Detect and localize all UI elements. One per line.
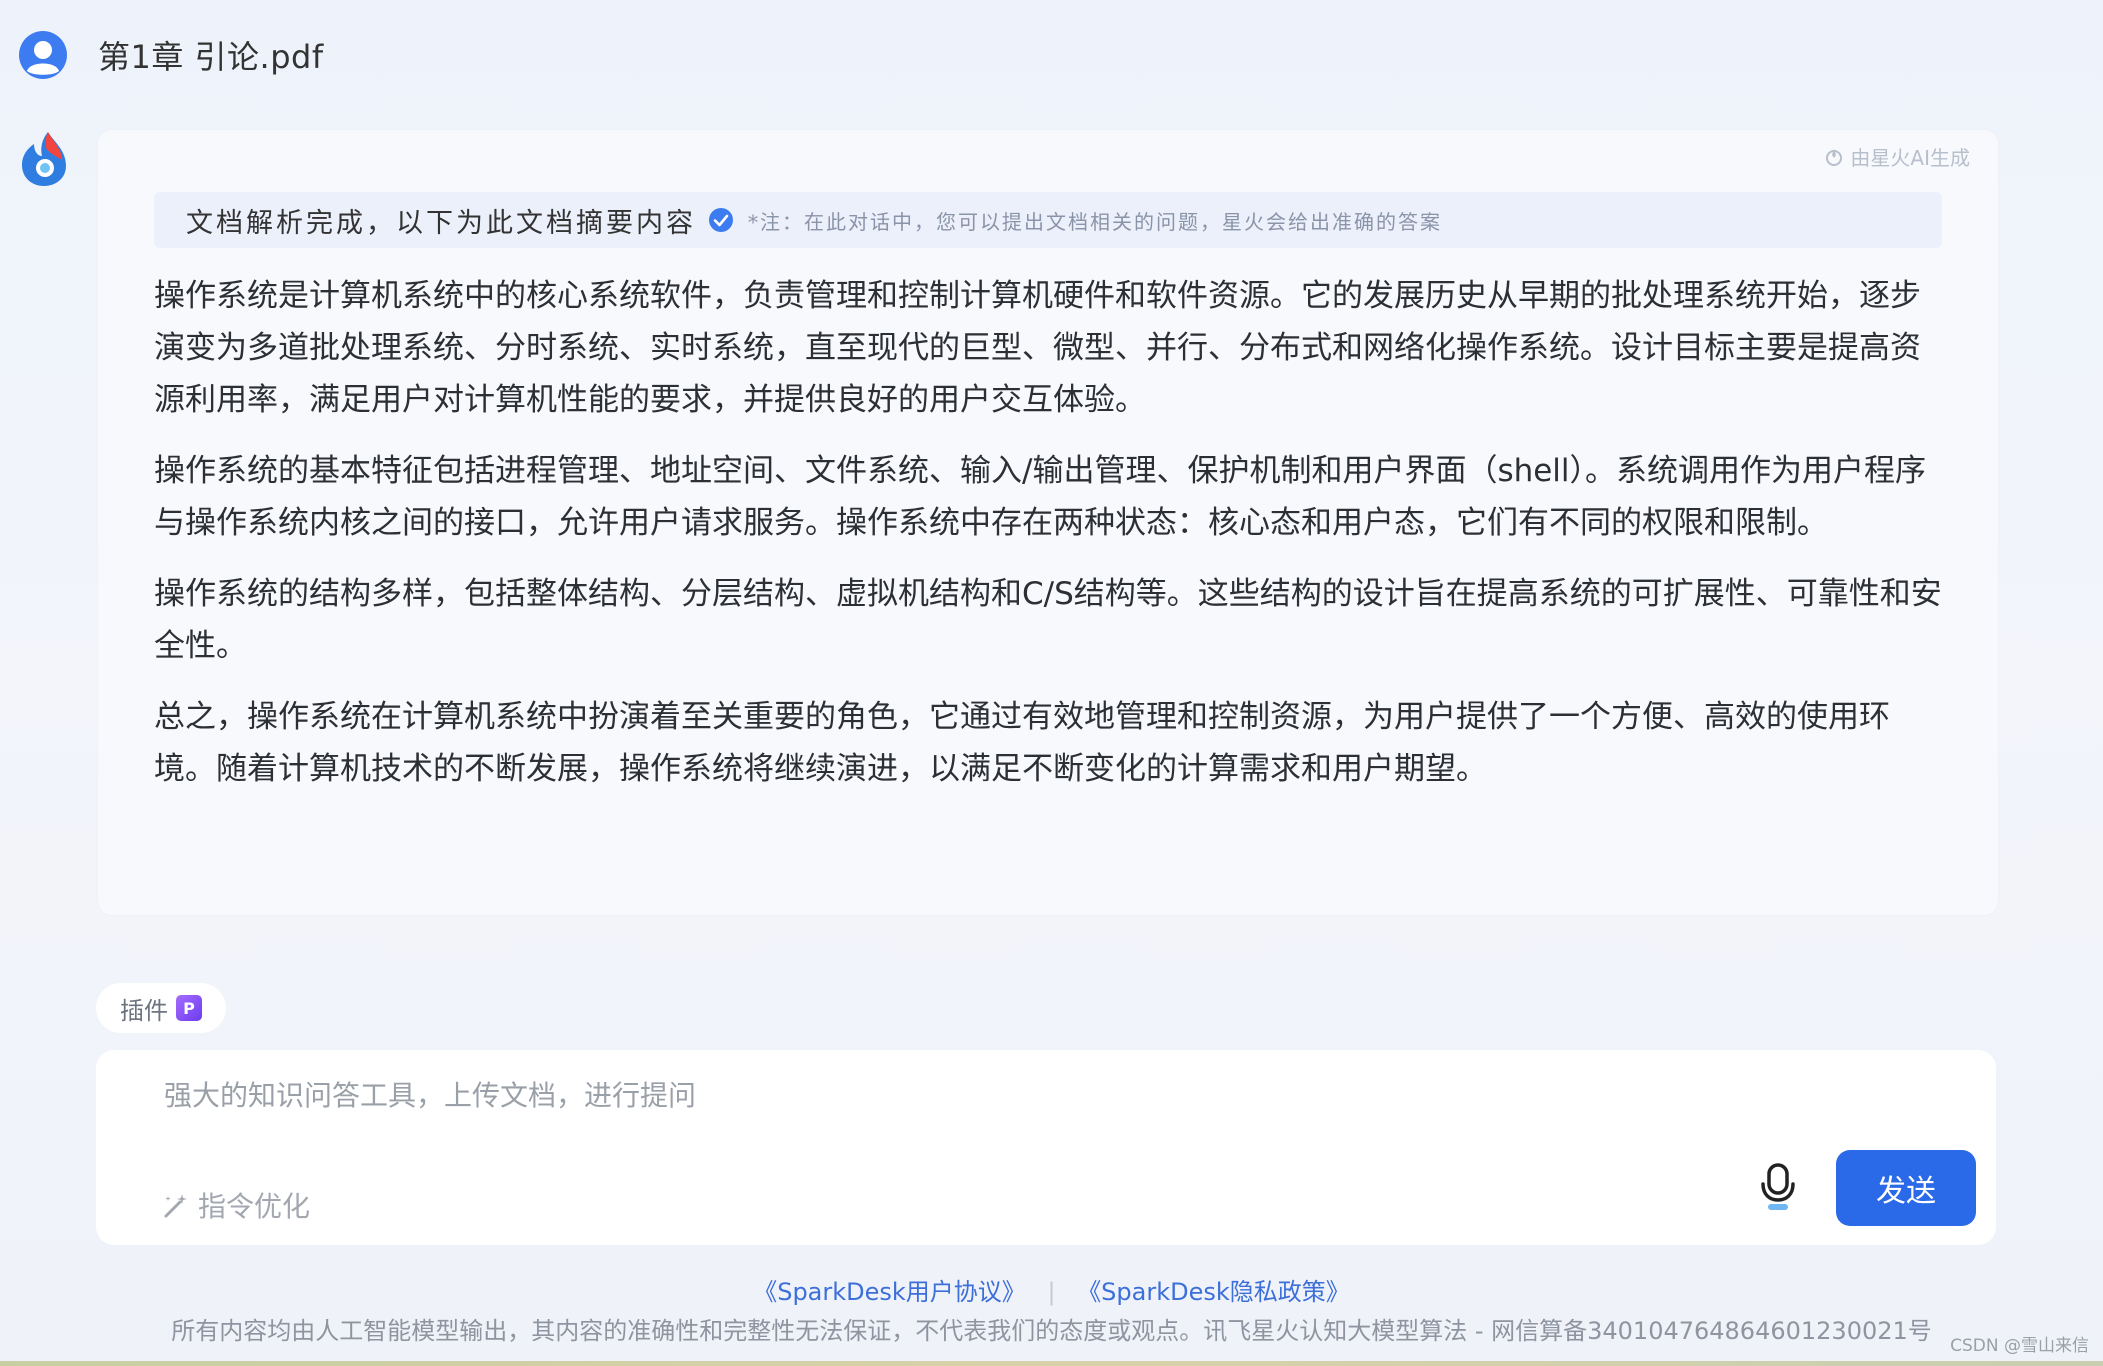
csdn-watermark: CSDN @雪山来信 <box>1950 1336 2089 1356</box>
prompt-optimize-label: 指令优化 <box>198 1190 311 1223</box>
uploaded-file-title[interactable]: 第1章 引论.pdf <box>98 32 324 78</box>
footer-links: 《SparkDesk用户协议》 | 《SparkDesk隐私政策》 <box>0 1272 2103 1307</box>
answer-card: 由星火AI生成 文档解析完成，以下为此文档摘要内容 *注：在此对话中，您可以提出… <box>98 130 1998 915</box>
spark-small-icon <box>1826 148 1843 166</box>
send-button[interactable]: 发送 <box>1836 1150 1976 1226</box>
footer-separator: | <box>1047 1278 1056 1306</box>
summary-paragraphs: 操作系统是计算机系统中的核心系统软件，负责管理和控制计算机硬件和软件资源。它的发… <box>154 270 1944 814</box>
spark-logo-icon <box>22 132 66 186</box>
summary-paragraph: 操作系统的基本特征包括进程管理、地址空间、文件系统、输入/输出管理、保护机制和用… <box>154 453 1927 541</box>
check-circle-icon <box>709 208 733 232</box>
summary-note: *注：在此对话中，您可以提出文档相关的问题，星火会给出准确的答案 <box>748 209 1442 234</box>
chat-composer: 指令优化 发送 <box>96 1050 1996 1245</box>
summary-title: 文档解析完成，以下为此文档摘要内容 <box>186 207 696 239</box>
question-input[interactable] <box>162 1072 1666 1118</box>
summary-paragraph: 总之，操作系统在计算机系统中扮演着至关重要的角色，它通过有效地管理和控制资源，为… <box>154 699 1890 787</box>
ai-generated-badge: 由星火AI生成 <box>1824 142 1970 171</box>
bottom-divider <box>0 1361 2103 1366</box>
plugin-button[interactable]: 插件 P <box>96 983 226 1033</box>
ai-badge-label: 由星火AI生成 <box>1850 146 1970 170</box>
summary-header: 文档解析完成，以下为此文档摘要内容 *注：在此对话中，您可以提出文档相关的问题，… <box>154 192 1942 248</box>
user-avatar-icon <box>19 31 67 79</box>
plugin-icon: P <box>176 995 202 1021</box>
user-message-header: 第1章 引论.pdf <box>18 30 324 80</box>
microphone-icon[interactable] <box>1756 1162 1800 1212</box>
privacy-policy-link[interactable]: 《SparkDesk隐私政策》 <box>1077 1278 1350 1306</box>
prompt-optimize-button[interactable]: 指令优化 <box>160 1185 310 1225</box>
footer-disclaimer: 所有内容均由人工智能模型输出，其内容的准确性和完整性无法保证，不代表我们的态度或… <box>171 1317 1932 1345</box>
user-agreement-link[interactable]: 《SparkDesk用户协议》 <box>753 1278 1026 1306</box>
plugin-label: 插件 <box>120 996 168 1025</box>
magic-wand-icon <box>164 1194 187 1218</box>
summary-paragraph: 操作系统是计算机系统中的核心系统软件，负责管理和控制计算机硬件和软件资源。它的发… <box>154 278 1921 418</box>
summary-paragraph: 操作系统的结构多样，包括整体结构、分层结构、虚拟机结构和C/S结构等。这些结构的… <box>154 576 1942 664</box>
